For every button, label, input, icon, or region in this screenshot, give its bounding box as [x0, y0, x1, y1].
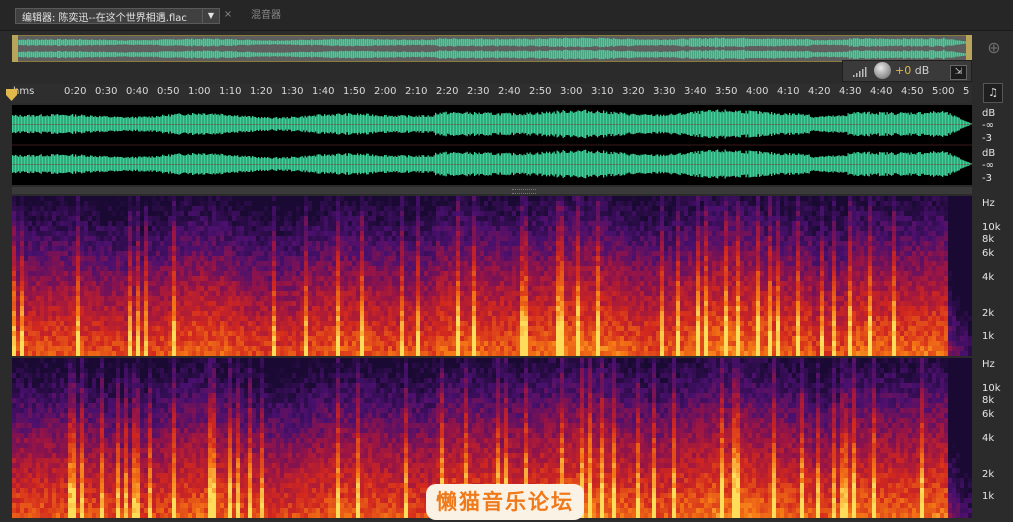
ruler-tick: 4:30: [839, 86, 862, 97]
ruler-tick: 0:40: [126, 86, 149, 97]
ruler-tick: 3:00: [560, 86, 583, 97]
ruler-tick: 3:10: [591, 86, 614, 97]
tab-menu-icon[interactable]: ▼: [202, 9, 219, 23]
ruler-tick: 1:20: [250, 86, 273, 97]
ruler-tick: 2:10: [405, 86, 428, 97]
wave-ch1-inf-label: -∞: [982, 120, 994, 131]
volume-knob-icon[interactable]: [874, 62, 891, 79]
ruler-tick: 2:00: [374, 86, 397, 97]
pin-icon[interactable]: ⇲: [950, 65, 967, 80]
ruler-tick: 2:50: [529, 86, 552, 97]
panel-splitter[interactable]: [12, 187, 972, 194]
ruler-tick: 4:10: [777, 86, 800, 97]
ruler-tick: 4:00: [746, 86, 769, 97]
spec-ch2-hz-label: Hz: [982, 359, 995, 370]
time-ruler[interactable]: hms 0:20 0:30 0:40 0:50 1:00 1:10 1:20 1:30 1:40…: [12, 84, 972, 103]
wave-ch1-db-label: dB: [982, 108, 996, 119]
ruler-tick: 4:20: [808, 86, 831, 97]
ruler-tick: 3:50: [715, 86, 738, 97]
ruler-tick: 1:40: [312, 86, 335, 97]
zoom-icon[interactable]: ⊕: [984, 38, 1004, 58]
spec-ch2-1k-label: 1k: [982, 491, 995, 502]
wave-ch2-minus3-label: -3: [982, 173, 992, 184]
wave-ch2-db-label: dB: [982, 148, 996, 159]
waveform-display[interactable]: [12, 105, 972, 185]
spec-ch1-2k-label: 2k: [982, 308, 995, 319]
level-meter-icon: [853, 67, 867, 77]
tab-close-icon[interactable]: ×: [223, 9, 233, 21]
level-value[interactable]: +0 dB: [895, 64, 929, 77]
spectrogram-ch1-graphic: [12, 196, 972, 356]
wave-ch1-minus3-label: -3: [982, 133, 992, 144]
watermark: 懒猫音乐论坛: [426, 484, 584, 520]
spectrogram-channel-1[interactable]: [12, 196, 972, 356]
wave-ch2-inf-label: -∞: [982, 160, 994, 171]
ruler-tick: 3:40: [684, 86, 707, 97]
spec-ch2-10k-label: 10k: [982, 383, 1001, 394]
tab-editor[interactable]: 编辑器: 陈奕迅--在这个世界相遇.flac ▼: [15, 8, 220, 24]
ruler-tick: 4:40: [870, 86, 893, 97]
ruler-tick: 2:40: [498, 86, 521, 97]
splitter-grip[interactable]: [512, 189, 536, 194]
ruler-tick: 1:00: [188, 86, 211, 97]
level-number: +0: [895, 64, 912, 77]
spec-ch2-6k-label: 6k: [982, 409, 995, 420]
ruler-tick: 3:20: [622, 86, 645, 97]
spec-ch2-2k-label: 2k: [982, 469, 995, 480]
ruler-tick: 0:50: [157, 86, 180, 97]
ruler-tick: 2:30: [467, 86, 490, 97]
ruler-tick: 1:10: [219, 86, 242, 97]
ruler-tick: 3:30: [653, 86, 676, 97]
headphone-icon[interactable]: ♫: [983, 83, 1003, 103]
tab-editor-label: 编辑器: 陈奕迅--在这个世界相遇.flac: [22, 12, 187, 24]
spec-ch2-4k-label: 4k: [982, 433, 995, 444]
spec-ch1-8k-label: 8k: [982, 234, 995, 245]
overview-range-start-handle[interactable]: [12, 35, 18, 62]
overview-waveform-graphic: [13, 37, 971, 60]
ruler-tick: 1:50: [343, 86, 366, 97]
tab-mixer[interactable]: 混音器: [236, 8, 296, 24]
spec-ch2-8k-label: 8k: [982, 395, 995, 406]
spec-ch1-1k-label: 1k: [982, 331, 995, 342]
waveform-graphic: [12, 109, 972, 179]
ruler-tick: 0:30: [95, 86, 118, 97]
ruler-tick: 5: [963, 86, 970, 97]
spec-ch1-4k-label: 4k: [982, 272, 995, 283]
ruler-tick: 0:20: [64, 86, 87, 97]
level-unit: dB: [914, 64, 930, 77]
ruler-tick: 4:50: [901, 86, 924, 97]
overview-range-end-handle[interactable]: [966, 35, 972, 62]
ruler-tick: 5:00: [932, 86, 955, 97]
spec-ch1-10k-label: 10k: [982, 222, 1001, 233]
spec-ch1-6k-label: 6k: [982, 248, 995, 259]
playhead-icon[interactable]: [6, 89, 17, 101]
ruler-tick: 2:20: [436, 86, 459, 97]
overview-waveform[interactable]: [12, 35, 972, 62]
ruler-tick: 1:30: [281, 86, 304, 97]
spec-ch1-hz-label: Hz: [982, 198, 995, 209]
